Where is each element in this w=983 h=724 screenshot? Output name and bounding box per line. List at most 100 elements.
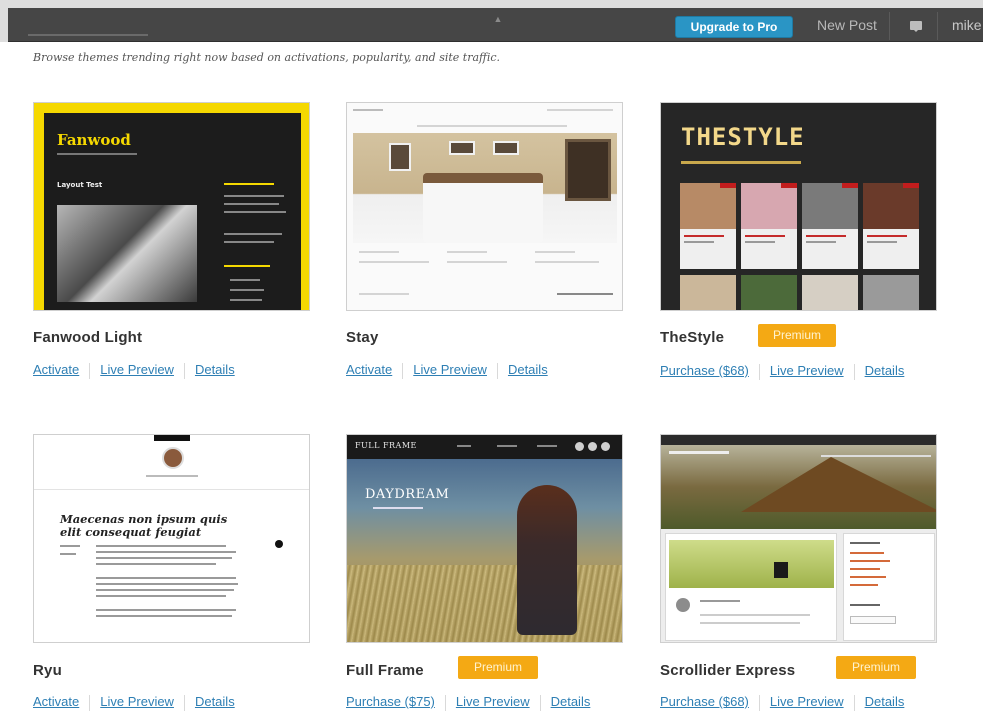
upgrade-to-pro-button[interactable]: Upgrade to Pro [675, 16, 793, 38]
preview-grass [347, 565, 622, 642]
caret-up-icon: ▲ [493, 14, 503, 24]
preview-sidebar-heading [224, 265, 270, 267]
preview-nav [417, 125, 567, 127]
action-separator [183, 362, 185, 379]
theme-actions: Purchase ($75) Live Preview Details [346, 694, 590, 711]
purchase-link[interactable]: Purchase ($75) [346, 694, 435, 709]
live-preview-link[interactable]: Live Preview [413, 362, 487, 377]
preview-post-image [669, 540, 834, 588]
action-separator [496, 362, 498, 379]
preview-sidebar [843, 533, 935, 641]
premium-badge: Premium [758, 324, 836, 347]
preview-post [665, 533, 837, 641]
new-post-link[interactable]: New Post [817, 17, 877, 33]
preview-text-line [700, 614, 810, 616]
preview-frame [449, 141, 475, 155]
action-separator [444, 694, 446, 711]
admin-bar-divider [889, 12, 890, 40]
preview-meta [60, 545, 80, 547]
details-link[interactable]: Details [508, 362, 548, 377]
social-icon [601, 442, 610, 451]
preview-nav [497, 445, 517, 447]
preview-nav [457, 445, 471, 447]
preview-text-line [96, 595, 226, 597]
preview-tile [741, 183, 797, 269]
live-preview-link[interactable]: Live Preview [770, 694, 844, 709]
action-separator [758, 694, 760, 711]
preview-tagline [681, 161, 801, 164]
preview-photo [57, 205, 197, 302]
details-link[interactable]: Details [865, 694, 905, 709]
activate-link[interactable]: Activate [346, 362, 392, 377]
theme-screenshot-fanwood-light[interactable]: Fanwood Layout Test [33, 102, 310, 311]
preview-content: Fanwood Layout Test [44, 113, 301, 310]
theme-screenshot-thestyle[interactable]: THESTYLE [660, 102, 937, 311]
preview-window [565, 139, 611, 201]
admin-bar-divider [937, 12, 938, 40]
preview-text-line [96, 615, 232, 617]
live-preview-link[interactable]: Live Preview [456, 694, 530, 709]
preview-footer [359, 293, 409, 295]
preview-text-line [700, 600, 740, 602]
preview-text-line [224, 241, 274, 243]
details-link[interactable]: Details [195, 362, 235, 377]
preview-text-line [447, 261, 507, 263]
action-separator [758, 363, 760, 380]
theme-screenshot-full-frame[interactable]: FULL FRAME DAYDREAM [346, 434, 623, 643]
preview-tile [863, 183, 919, 269]
purchase-link[interactable]: Purchase ($68) [660, 363, 749, 378]
theme-name: Full Frame [346, 662, 424, 679]
social-icon [588, 442, 597, 451]
theme-screenshot-ryu[interactable]: Maecenas non ipsum quis elit consequat f… [33, 434, 310, 643]
preview-avatar [162, 447, 184, 469]
live-preview-link[interactable]: Live Preview [770, 363, 844, 378]
preview-text-line [96, 545, 226, 547]
preview-tile [680, 183, 736, 269]
activate-link[interactable]: Activate [33, 694, 79, 709]
admin-bar-site-link[interactable] [28, 34, 148, 36]
preview-post-title: Maecenas non ipsum quis elit consequat f… [60, 512, 228, 539]
action-separator [183, 694, 185, 711]
preview-text-line [96, 577, 236, 579]
preview-bed [423, 173, 543, 243]
theme-actions: Purchase ($68) Live Preview Details [660, 363, 904, 380]
preview-site-title: Fanwood [57, 131, 131, 149]
purchase-link[interactable]: Purchase ($68) [660, 694, 749, 709]
theme-actions: Activate Live Preview Details [346, 362, 548, 379]
preview-site-title: THESTYLE [681, 123, 805, 151]
action-separator [89, 362, 91, 379]
preview-site-name [146, 475, 198, 477]
preview-text-line [224, 233, 282, 235]
preview-text-line [96, 557, 232, 559]
intro-text: Browse themes trending right now based o… [33, 51, 501, 64]
preview-mountain [741, 457, 936, 512]
details-link[interactable]: Details [551, 694, 591, 709]
preview-text-line [230, 289, 264, 291]
live-preview-link[interactable]: Live Preview [100, 694, 174, 709]
preview-person [517, 485, 577, 635]
preview-text-line [96, 589, 234, 591]
preview-headline: DAYDREAM [365, 487, 450, 502]
preview-tile [802, 275, 858, 310]
theme-name: TheStyle [660, 329, 725, 346]
preview-frame [389, 143, 411, 171]
live-preview-link[interactable]: Live Preview [100, 362, 174, 377]
preview-tagline [57, 153, 137, 155]
theme-screenshot-scrollider-express[interactable] [660, 434, 937, 643]
preview-text-line [535, 261, 599, 263]
account-username[interactable]: mike [952, 17, 982, 33]
comment-bubble-icon[interactable] [910, 21, 922, 32]
theme-screenshot-stay[interactable] [346, 102, 623, 311]
admin-bar: ▲ Upgrade to Pro New Post mike [8, 8, 983, 42]
action-separator [853, 694, 855, 711]
theme-name: Stay [346, 329, 379, 346]
details-link[interactable]: Details [195, 694, 235, 709]
preview-frame [493, 141, 519, 155]
premium-badge: Premium [458, 656, 538, 679]
preview-nav [821, 455, 931, 457]
details-link[interactable]: Details [865, 363, 905, 378]
preview-text-line [230, 299, 262, 301]
preview-subtitle [373, 507, 423, 509]
preview-search [547, 109, 613, 111]
activate-link[interactable]: Activate [33, 362, 79, 377]
